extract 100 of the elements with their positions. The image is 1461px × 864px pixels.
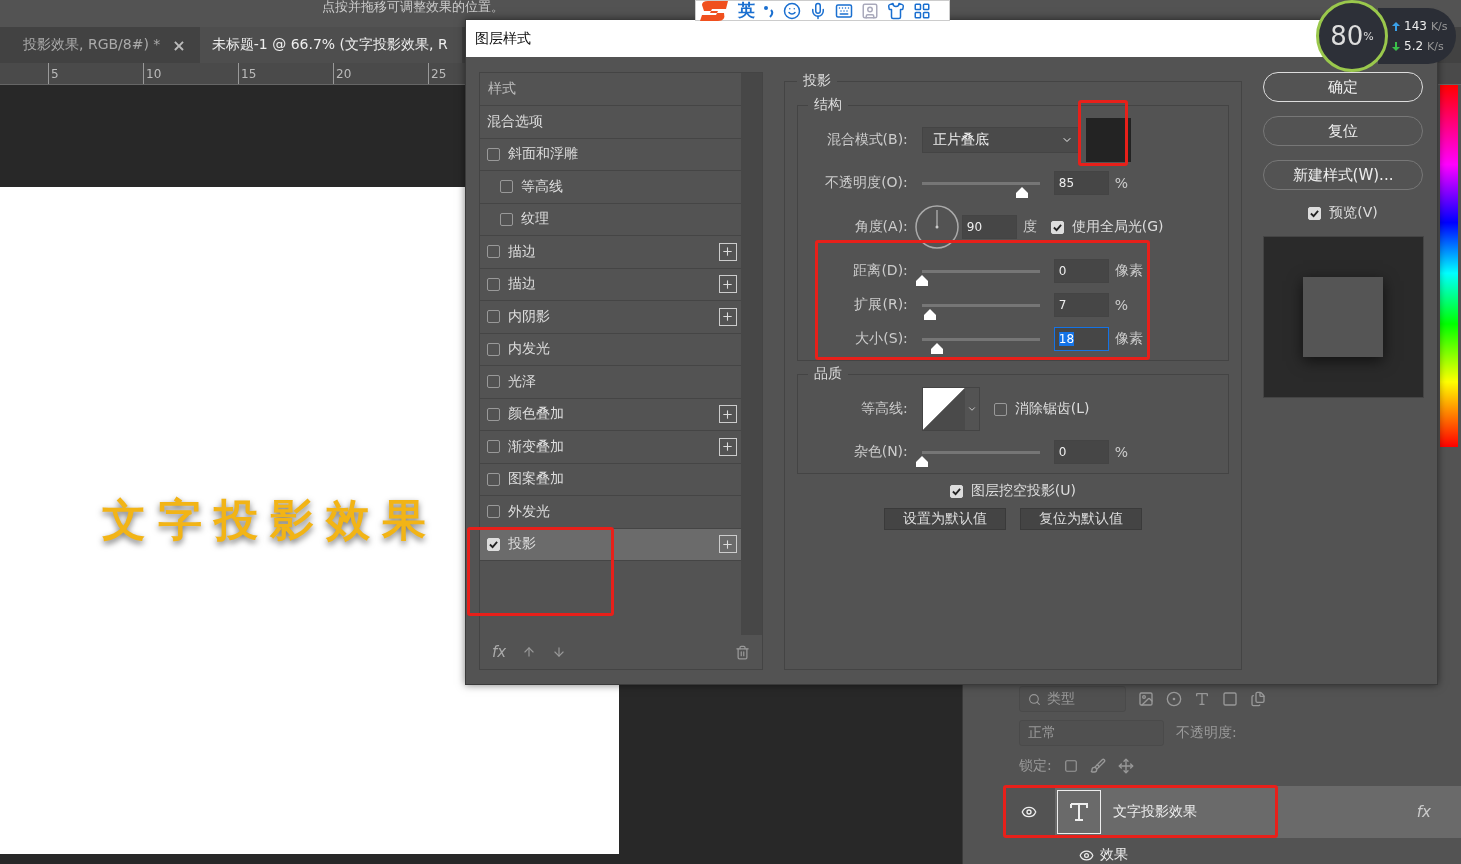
checkbox[interactable] xyxy=(487,472,500,486)
usage-percent: 80 xyxy=(1330,21,1364,51)
unit-label: % xyxy=(1114,297,1129,313)
section-title: 投影 xyxy=(801,72,832,90)
checkbox[interactable] xyxy=(487,245,500,259)
slider-thumb[interactable] xyxy=(914,455,929,468)
eye-icon[interactable] xyxy=(1079,847,1094,863)
unit-label: % xyxy=(1114,175,1129,191)
number-field[interactable]: 0 xyxy=(1053,259,1109,283)
add-button[interactable] xyxy=(718,405,737,424)
checkbox[interactable] xyxy=(487,440,500,454)
field-label: 混合模式(B): xyxy=(825,131,908,149)
color-spectrum[interactable] xyxy=(1440,85,1458,447)
checkbox[interactable] xyxy=(500,212,513,226)
group-title: 结构 xyxy=(812,96,843,114)
color-swatch[interactable] xyxy=(1085,118,1131,162)
ruler-label: 5 xyxy=(48,63,143,84)
unit-label: 像素 xyxy=(1114,330,1143,348)
microphone-icon[interactable] xyxy=(809,1,827,20)
scrollbar-track[interactable] xyxy=(740,73,762,635)
style-item[interactable]: 投影 xyxy=(480,528,741,561)
keyboard-icon[interactable] xyxy=(835,1,853,20)
shape-filter-icon[interactable] xyxy=(1222,691,1238,707)
effects-label: 效果 xyxy=(1100,846,1128,864)
checkbox[interactable] xyxy=(487,310,500,324)
add-button[interactable] xyxy=(718,242,737,261)
number-field[interactable]: 85 xyxy=(1053,171,1109,195)
add-button[interactable] xyxy=(718,535,737,554)
user-icon[interactable] xyxy=(861,1,879,20)
fx-button[interactable]: fx xyxy=(492,643,507,661)
shirt-icon[interactable] xyxy=(887,1,905,20)
speed-unit: K/s xyxy=(1430,19,1448,33)
unit-label: 像素 xyxy=(1114,262,1143,280)
checkbox-label: 消除锯齿(L) xyxy=(1014,400,1090,418)
default-button[interactable]: 复位为默认值 xyxy=(1019,508,1142,530)
percent-unit: % xyxy=(1363,29,1374,43)
adjustment-filter-icon[interactable] xyxy=(1166,691,1182,707)
download-speed: 5.2 xyxy=(1404,39,1424,53)
upload-arrow-icon xyxy=(1392,21,1400,31)
canvas-text: 文字投影效果 xyxy=(102,493,438,547)
plus-icon xyxy=(721,537,735,551)
search-icon xyxy=(1028,692,1041,706)
number-field[interactable]: 90 xyxy=(961,215,1017,239)
ime-logo[interactable] xyxy=(700,0,730,21)
field-label: 扩展(R): xyxy=(853,296,908,314)
checkbox[interactable] xyxy=(487,407,500,421)
field-label: 杂色(N): xyxy=(852,443,908,461)
move-icon[interactable] xyxy=(1117,758,1134,774)
slider-thumb[interactable] xyxy=(914,274,929,287)
checkbox[interactable] xyxy=(487,277,500,291)
field-label: 大小(S): xyxy=(854,330,908,348)
type-icon xyxy=(1068,801,1090,823)
number-field[interactable]: 0 xyxy=(1053,440,1109,464)
field-label: 等高线: xyxy=(860,400,908,418)
emoji-icon[interactable] xyxy=(783,1,801,20)
checkbox-label: 使用全局光(G) xyxy=(1071,218,1164,236)
checkbox-label: 预览(V) xyxy=(1329,204,1378,222)
checkbox[interactable] xyxy=(487,147,500,161)
download-arrow-icon xyxy=(1392,41,1400,51)
number-field[interactable]: 7 xyxy=(1053,293,1109,317)
chevron-down-icon xyxy=(966,404,977,414)
upload-speed: 143 xyxy=(1404,19,1427,33)
eye-icon[interactable] xyxy=(1021,804,1037,820)
angle-dial[interactable] xyxy=(913,204,960,250)
image-filter-icon[interactable] xyxy=(1138,691,1154,707)
grid-icon[interactable] xyxy=(913,1,931,20)
punctuation-icon[interactable] xyxy=(763,3,775,18)
ruler-label: 10 xyxy=(143,63,238,84)
document-tab[interactable]: 未标题-1 @ 66.7% (文字投影效果, R xyxy=(199,27,462,63)
contour-picker[interactable] xyxy=(921,387,980,431)
checkbox[interactable] xyxy=(487,505,500,519)
selected-value: 18 xyxy=(1058,332,1075,346)
opacity-label: 不透明度: xyxy=(1176,724,1237,742)
ruler-label: 20 xyxy=(333,63,428,84)
speed-unit: K/s xyxy=(1427,39,1444,53)
trash-icon[interactable] xyxy=(734,644,750,660)
contour-curve-icon xyxy=(922,388,965,430)
plus-icon xyxy=(721,245,735,259)
smart-object-filter-icon[interactable] xyxy=(1250,691,1266,707)
checkbox-label: 图层挖空投影(U) xyxy=(970,482,1076,500)
blend-mode-dropdown[interactable]: 正片叠底 xyxy=(921,127,1080,153)
move-up-icon[interactable] xyxy=(522,645,537,659)
checkbox[interactable] xyxy=(993,402,1007,416)
number-field[interactable]: 18 xyxy=(1053,327,1109,351)
checkbox[interactable] xyxy=(487,342,500,356)
default-button[interactable]: 设置为默认值 xyxy=(883,508,1006,530)
window-title: 图层样式 xyxy=(475,29,531,48)
add-button[interactable] xyxy=(718,437,737,456)
add-button[interactable] xyxy=(718,275,737,294)
checkbox[interactable] xyxy=(500,180,513,194)
brush-icon[interactable] xyxy=(1089,758,1106,774)
checkbox[interactable] xyxy=(487,375,500,389)
ruler-label: 15 xyxy=(238,63,333,84)
type-filter-icon[interactable] xyxy=(1194,691,1210,707)
unit-label: 度 xyxy=(1022,218,1037,236)
plus-icon xyxy=(721,277,735,291)
add-button[interactable] xyxy=(718,307,737,326)
close-icon[interactable]: × xyxy=(172,35,186,55)
layer-row[interactable]: 文字投影效果 fx xyxy=(1055,786,1461,838)
ime-language[interactable]: 英 xyxy=(738,0,755,22)
